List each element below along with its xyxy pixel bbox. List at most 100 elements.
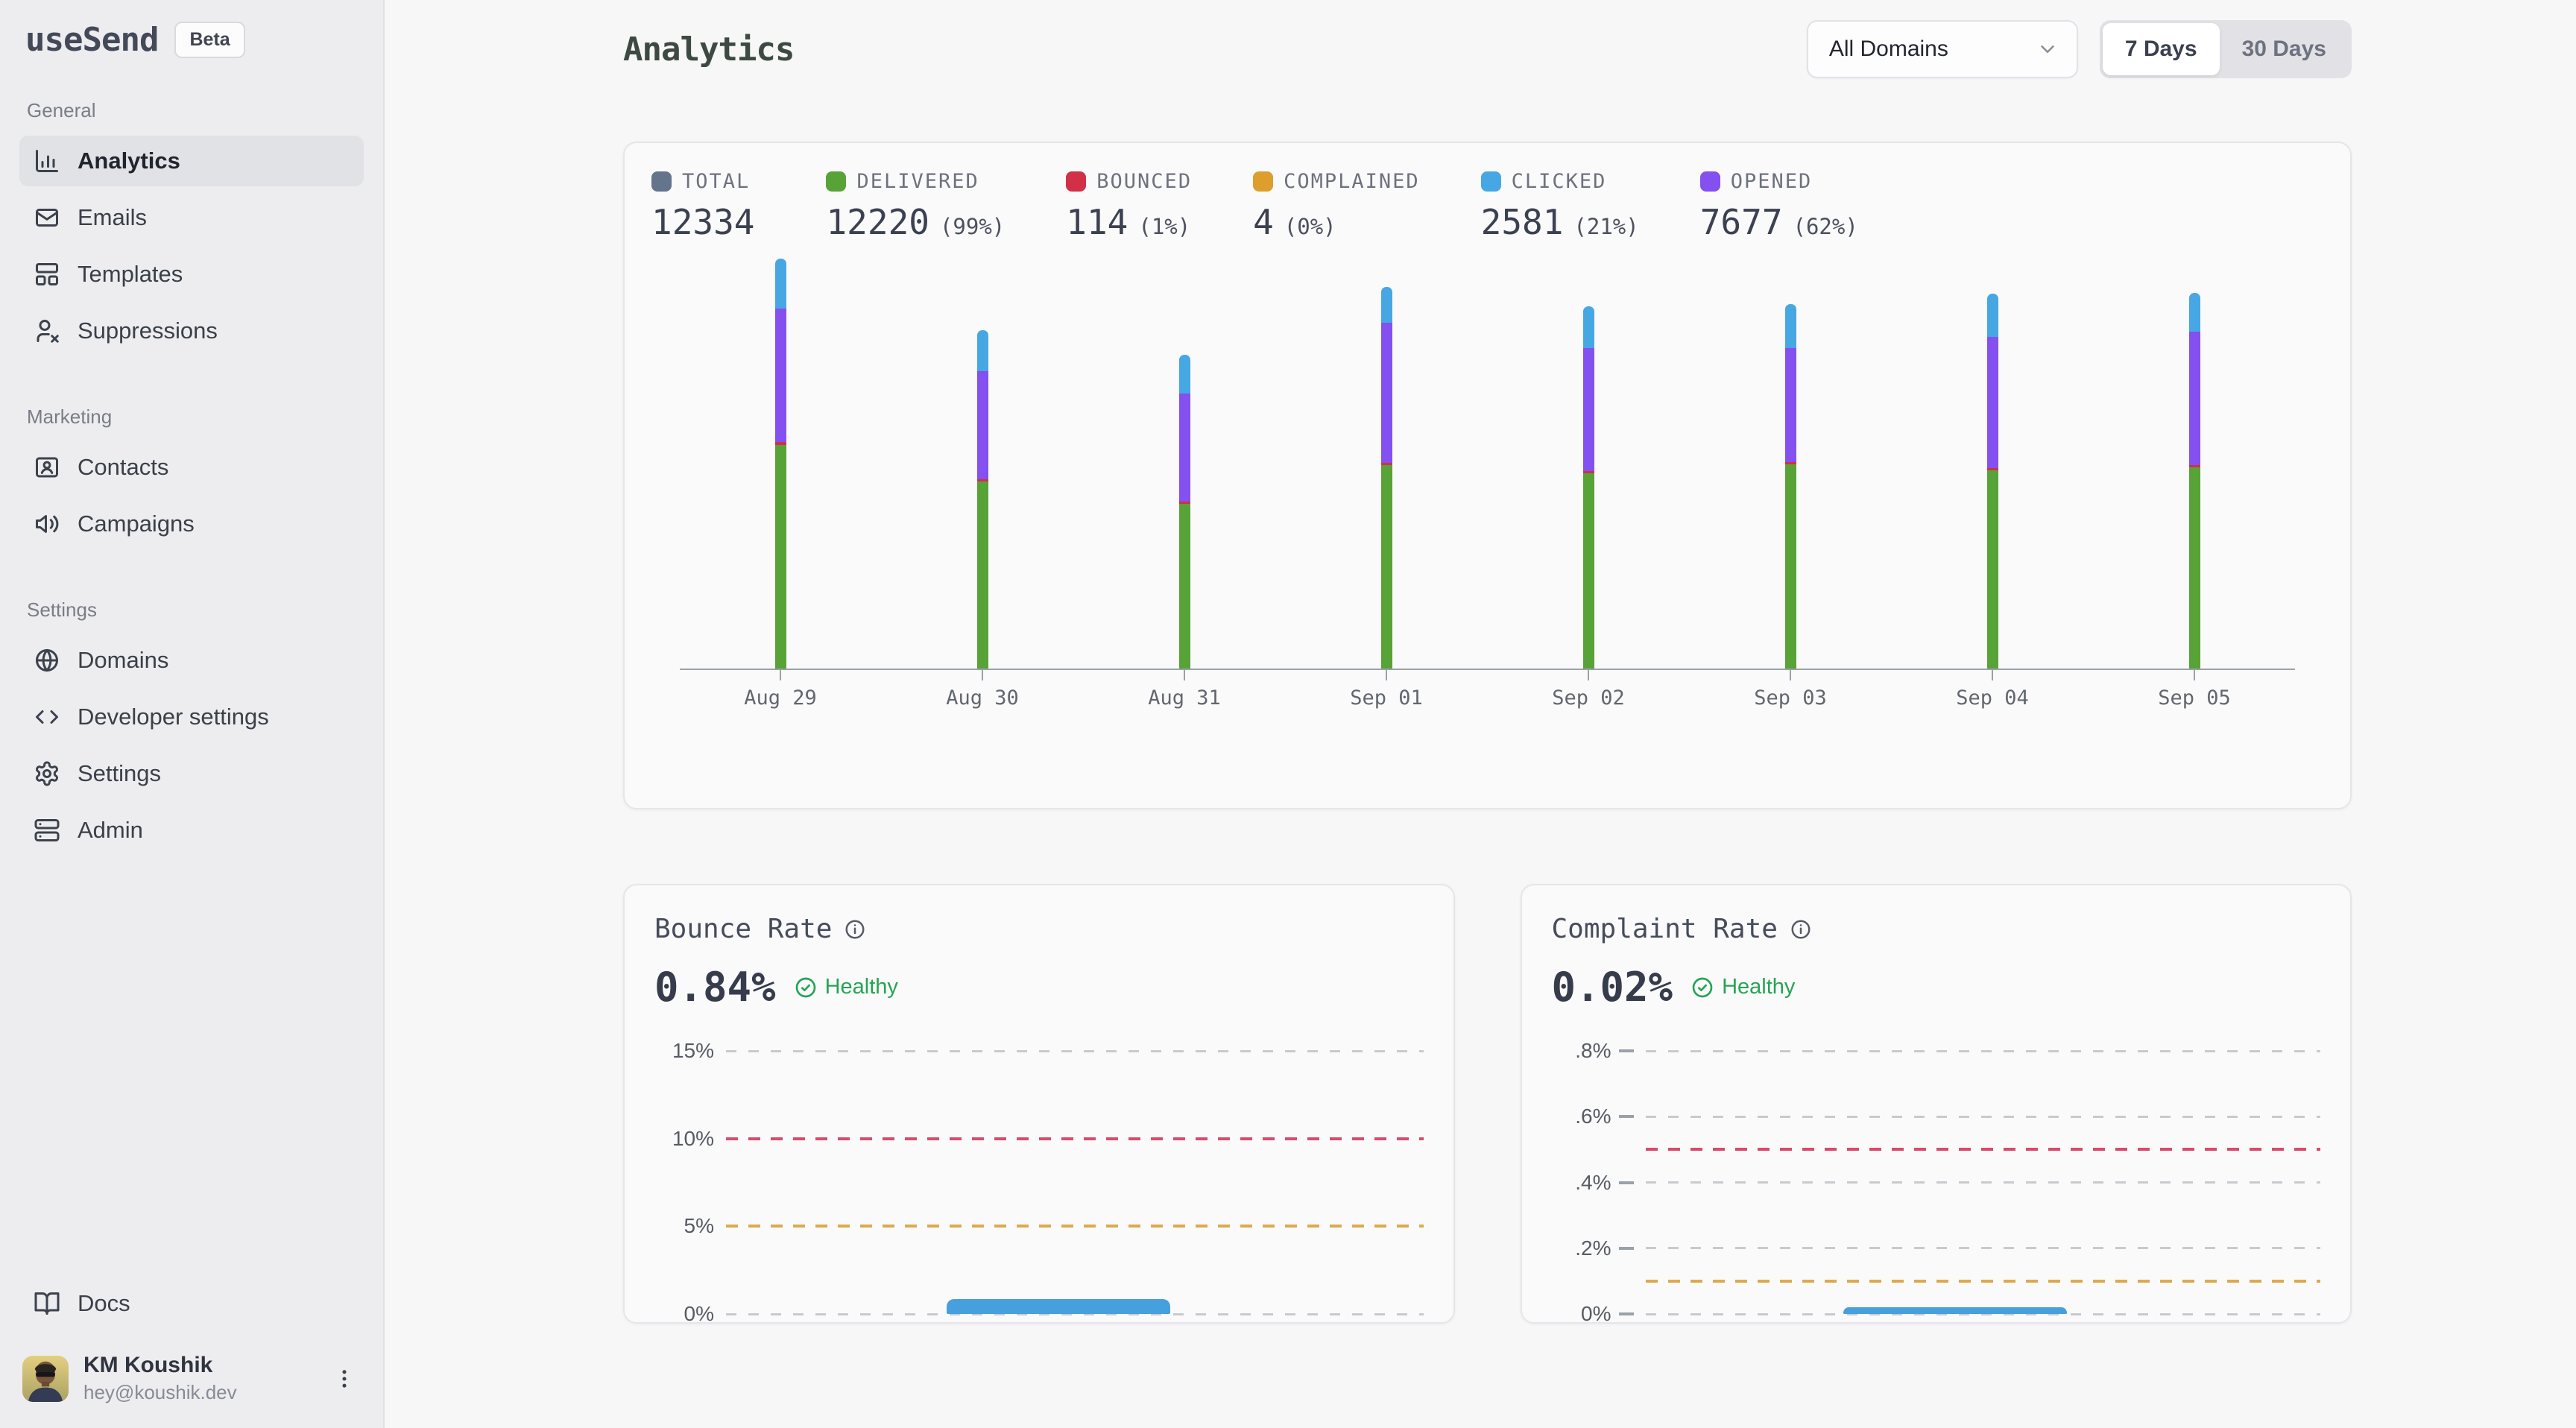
stat-pct: (62%) bbox=[1793, 214, 1858, 239]
sidebar-item-emails[interactable]: Emails bbox=[19, 192, 364, 243]
y-tick-label: .6% bbox=[1552, 1105, 1611, 1128]
opened-dot bbox=[1700, 171, 1720, 192]
stat-value: 12220 bbox=[826, 202, 929, 242]
complaint-rate-chart: .8% .6% .4% .2% 0% bbox=[1552, 1051, 2321, 1329]
complaint-rate-bar[interactable] bbox=[1843, 1307, 2067, 1314]
sidebar-item-developer-settings[interactable]: Developer settings bbox=[19, 692, 364, 742]
bounce-rate-bar[interactable] bbox=[947, 1299, 1170, 1314]
sidebar-item-label: Emails bbox=[78, 204, 147, 231]
bounce-rate-title: Bounce Rate bbox=[654, 914, 832, 944]
user-x-icon bbox=[33, 317, 61, 345]
bounce-rate-value: 0.84% bbox=[654, 964, 776, 1011]
info-icon[interactable] bbox=[1790, 918, 1812, 941]
sidebar-item-admin[interactable]: Admin bbox=[19, 805, 364, 856]
delivered-segment bbox=[775, 445, 786, 669]
opened-segment bbox=[775, 309, 786, 442]
bounce-rate-chart: 15% 10% 5% 0% bbox=[654, 1051, 1424, 1329]
x-axis-label: Sep 04 bbox=[1956, 686, 2029, 710]
chevron-down-icon bbox=[2036, 38, 2059, 60]
stat-label: BOUNCED bbox=[1096, 170, 1192, 193]
page-title: Analytics bbox=[623, 31, 794, 69]
danger-threshold-line bbox=[1646, 1148, 2321, 1151]
stat-delivered: DELIVERED 12220(99%) bbox=[826, 170, 1005, 242]
stat-value: 114 bbox=[1066, 202, 1128, 242]
sidebar-item-contacts[interactable]: Contacts bbox=[19, 442, 364, 493]
axis-tick bbox=[1184, 670, 1185, 680]
sidebar-item-label: Domains bbox=[78, 647, 168, 674]
logo-row: useSend Beta bbox=[19, 21, 364, 59]
user-menu[interactable]: KM Koushik hey@koushik.dev bbox=[19, 1348, 364, 1409]
server-icon bbox=[33, 816, 61, 844]
opened-segment bbox=[977, 371, 988, 479]
y-tick-label: 0% bbox=[1552, 1302, 1611, 1326]
bar-sep-05[interactable]: Sep 05 bbox=[2138, 251, 2250, 710]
sidebar-item-templates[interactable]: Templates bbox=[19, 249, 364, 300]
axis-tick bbox=[780, 670, 781, 680]
stats-legend: TOTAL 12334 DELIVERED 12220(99%) BOUNCED… bbox=[650, 170, 2325, 242]
axis-tick bbox=[1790, 670, 1791, 680]
bar-aug-29[interactable]: Aug 29 bbox=[724, 251, 836, 710]
opened-segment bbox=[1179, 394, 1190, 502]
axis-tick bbox=[1588, 670, 1589, 680]
sidebar-item-docs[interactable]: Docs bbox=[19, 1278, 364, 1329]
bar-aug-30[interactable]: Aug 30 bbox=[926, 251, 1038, 710]
opened-segment bbox=[1785, 348, 1796, 462]
sidebar-item-label: Contacts bbox=[78, 454, 168, 481]
total-dot bbox=[651, 171, 672, 192]
layout-template-icon bbox=[33, 260, 61, 288]
daily-volume-chart: Aug 29 Aug 30 Aug 31 Sep 01 bbox=[680, 251, 2295, 710]
user-meta: KM Koushik hey@koushik.dev bbox=[83, 1353, 313, 1404]
delivered-segment bbox=[1987, 470, 1998, 669]
sidebar-item-label: Settings bbox=[78, 760, 161, 787]
opened-segment bbox=[1583, 348, 1594, 471]
sidebar-item-analytics[interactable]: Analytics bbox=[19, 136, 364, 186]
y-tick-label: .4% bbox=[1552, 1171, 1611, 1195]
opened-segment bbox=[1381, 323, 1392, 463]
bounce-rate-card: Bounce Rate 0.84% Healthy 15% 10% 5% 0% bbox=[623, 884, 1455, 1324]
y-tick-label: 10% bbox=[654, 1127, 714, 1151]
sidebar-item-settings[interactable]: Settings bbox=[19, 748, 364, 799]
stat-value: 12334 bbox=[651, 202, 754, 242]
bar-sep-01[interactable]: Sep 01 bbox=[1330, 251, 1442, 710]
complaint-rate-value: 0.02% bbox=[1552, 964, 1673, 1011]
sidebar-item-campaigns[interactable]: Campaigns bbox=[19, 499, 364, 549]
clicked-segment bbox=[1583, 306, 1594, 348]
bar-sep-02[interactable]: Sep 02 bbox=[1532, 251, 1644, 710]
x-axis bbox=[680, 669, 2295, 670]
bar-aug-31[interactable]: Aug 31 bbox=[1128, 251, 1240, 710]
stat-total: TOTAL 12334 bbox=[651, 170, 765, 242]
delivered-segment bbox=[2189, 467, 2200, 669]
stat-label: TOTAL bbox=[682, 170, 750, 193]
sidebar-item-suppressions[interactable]: Suppressions bbox=[19, 306, 364, 356]
domain-filter-select[interactable]: All Domains bbox=[1807, 20, 2078, 78]
opened-segment bbox=[2189, 332, 2200, 465]
info-icon[interactable] bbox=[844, 918, 866, 941]
user-options-button[interactable] bbox=[328, 1362, 361, 1395]
section-label-marketing: Marketing bbox=[27, 405, 364, 429]
x-axis-label: Aug 31 bbox=[1148, 686, 1221, 710]
bar-sep-03[interactable]: Sep 03 bbox=[1734, 251, 1846, 710]
globe-icon bbox=[33, 646, 61, 674]
delivered-segment bbox=[1179, 504, 1190, 669]
stat-clicked: CLICKED 2581(21%) bbox=[1481, 170, 1639, 242]
gear-icon bbox=[33, 759, 61, 788]
y-tick-label: .2% bbox=[1552, 1236, 1611, 1260]
stat-label: CLICKED bbox=[1512, 170, 1607, 193]
gridline bbox=[1646, 1116, 2321, 1118]
clicked-segment bbox=[1179, 355, 1190, 394]
avatar bbox=[22, 1356, 69, 1402]
sidebar: useSend Beta General Analytics Emails Te… bbox=[0, 0, 385, 1428]
rate-cards-row: Bounce Rate 0.84% Healthy 15% 10% 5% 0% bbox=[623, 884, 2352, 1324]
range-7-days-button[interactable]: 7 Days bbox=[2103, 23, 2220, 75]
stat-bounced: BOUNCED 114(1%) bbox=[1066, 170, 1192, 242]
bar-sep-04[interactable]: Sep 04 bbox=[1936, 251, 2048, 710]
gridline bbox=[1646, 1181, 2321, 1184]
delivered-dot bbox=[826, 171, 846, 192]
x-axis-label: Sep 05 bbox=[2158, 686, 2231, 710]
header-controls: All Domains 7 Days 30 Days bbox=[1807, 20, 2352, 78]
y-tick-mark bbox=[1619, 1049, 1634, 1052]
sidebar-item-domains[interactable]: Domains bbox=[19, 635, 364, 686]
y-tick-label: 5% bbox=[654, 1214, 714, 1238]
range-30-days-button[interactable]: 30 Days bbox=[2220, 23, 2349, 75]
delivered-segment bbox=[977, 481, 988, 669]
